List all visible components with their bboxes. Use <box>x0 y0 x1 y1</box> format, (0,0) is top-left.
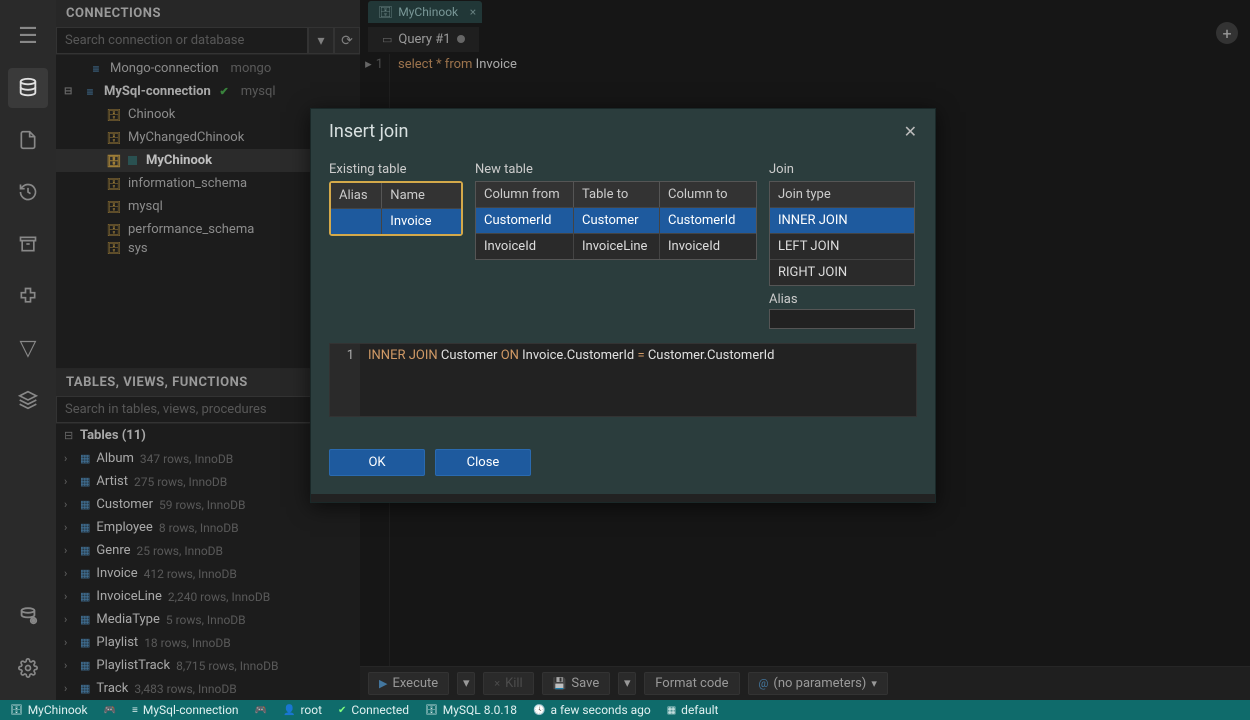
eye-db-icon[interactable] <box>8 596 48 636</box>
grid-row[interactable]: InvoiceId InvoiceLine InvoiceId <box>476 233 756 259</box>
format-button[interactable]: Format code <box>644 672 739 695</box>
connections-header: CONNECTIONS <box>56 0 360 27</box>
table-item[interactable]: ›▦Track3,483 rows, InnoDB <box>56 677 360 700</box>
save-dropdown[interactable]: ▾ <box>618 672 636 695</box>
status-user[interactable]: 👤root <box>283 703 322 717</box>
unsaved-dot-icon <box>457 35 465 43</box>
new-table-section: New table Column from Table to Column to… <box>475 162 757 329</box>
connection-item[interactable]: ⊟≡MySql-connection ✔mysql <box>56 80 360 103</box>
query-toolbar: ▶Execute ▾ ×Kill 💾Save ▾ Format code @(n… <box>360 666 1250 700</box>
settings-icon[interactable] <box>8 648 48 688</box>
table-item[interactable]: ›▦Employee8 rows, InnoDB <box>56 516 360 539</box>
table-item[interactable]: ›▦MediaType5 rows, InnoDB <box>56 608 360 631</box>
filter-icon[interactable]: ▽ <box>8 328 48 368</box>
status-bar: 🗄MyChinook 🎮 ≡MySql-connection 🎮 👤root ✔… <box>0 700 1250 720</box>
status-time[interactable]: 🕓a few seconds ago <box>533 703 651 717</box>
ok-button[interactable]: OK <box>329 449 425 476</box>
existing-table-grid[interactable]: Alias Name Invoice <box>329 181 463 236</box>
activity-bar: ☰ ▽ <box>0 0 56 700</box>
grid-row[interactable]: CustomerId Customer CustomerId <box>476 207 756 233</box>
close-button[interactable]: Close <box>435 449 531 476</box>
table-item[interactable]: ›▦Playlist18 rows, InnoDB <box>56 631 360 654</box>
add-tab-button[interactable]: + <box>1216 22 1238 44</box>
status-gamepad-icon[interactable]: 🎮 <box>255 705 267 716</box>
new-table-grid[interactable]: Column from Table to Column to CustomerI… <box>475 181 757 260</box>
params-button[interactable]: @(no parameters)▾ <box>748 672 888 695</box>
kill-button[interactable]: ×Kill <box>483 672 534 695</box>
grid-row[interactable]: Invoice <box>331 208 461 234</box>
status-connection[interactable]: ≡MySql-connection <box>132 703 239 717</box>
menu-icon[interactable]: ☰ <box>8 16 48 56</box>
table-item[interactable]: ›▦Invoice412 rows, InnoDB <box>56 562 360 585</box>
status-state[interactable]: ✔Connected <box>338 703 409 717</box>
connection-item[interactable]: ≡Mongo-connectionmongo <box>56 57 360 80</box>
refresh-button[interactable]: ⟳ <box>334 27 360 54</box>
file-tab[interactable]: ▭Query #1 <box>368 27 479 52</box>
grid-row[interactable]: RIGHT JOIN <box>770 259 914 285</box>
grid-row[interactable]: LEFT JOIN <box>770 233 914 259</box>
file-icon[interactable] <box>8 120 48 160</box>
database-icon[interactable] <box>8 68 48 108</box>
join-section: Join Join type INNER JOIN LEFT JOIN RIGH… <box>769 162 915 329</box>
tables-search-input[interactable] <box>56 396 334 423</box>
plugins-icon[interactable] <box>8 276 48 316</box>
status-schema[interactable]: ▦default <box>667 703 719 717</box>
status-server[interactable]: 🗄MySQL 8.0.18 <box>425 703 517 717</box>
table-item[interactable]: ›▦Genre25 rows, InnoDB <box>56 539 360 562</box>
grid-row[interactable]: INNER JOIN <box>770 207 914 233</box>
execute-dropdown[interactable]: ▾ <box>457 672 475 695</box>
status-database[interactable]: 🗄MyChinook <box>10 703 88 717</box>
layers-icon[interactable] <box>8 380 48 420</box>
close-icon[interactable]: × <box>470 5 476 19</box>
connections-search-input[interactable] <box>56 27 308 54</box>
file-tabs: ▭Query #1 + <box>360 24 1250 54</box>
dialog-title: Insert join <box>329 121 408 142</box>
save-button[interactable]: 💾Save <box>542 672 611 695</box>
execute-button[interactable]: ▶Execute <box>368 672 449 695</box>
filter-button[interactable]: ▾ <box>308 27 334 54</box>
resize-handle[interactable] <box>311 494 935 502</box>
existing-table-section: Existing table Alias Name Invoice <box>329 162 463 329</box>
join-type-grid[interactable]: Join type INNER JOIN LEFT JOIN RIGHT JOI… <box>769 181 915 286</box>
archive-icon[interactable] <box>8 224 48 264</box>
join-preview: 1 INNER JOIN Customer ON Invoice.Custome… <box>329 343 917 417</box>
insert-join-dialog: Insert join ✕ Existing table Alias Name … <box>310 108 936 503</box>
context-tab[interactable]: 🗄MyChinook× <box>368 1 482 23</box>
context-tabs: 🗄MyChinook× <box>360 0 1250 24</box>
table-item[interactable]: ›▦InvoiceLine2,240 rows, InnoDB <box>56 585 360 608</box>
table-item[interactable]: ›▦PlaylistTrack8,715 rows, InnoDB <box>56 654 360 677</box>
status-gamepad-icon[interactable]: 🎮 <box>104 705 116 716</box>
history-icon[interactable] <box>8 172 48 212</box>
alias-input[interactable] <box>769 309 915 329</box>
close-icon[interactable]: ✕ <box>904 122 917 141</box>
